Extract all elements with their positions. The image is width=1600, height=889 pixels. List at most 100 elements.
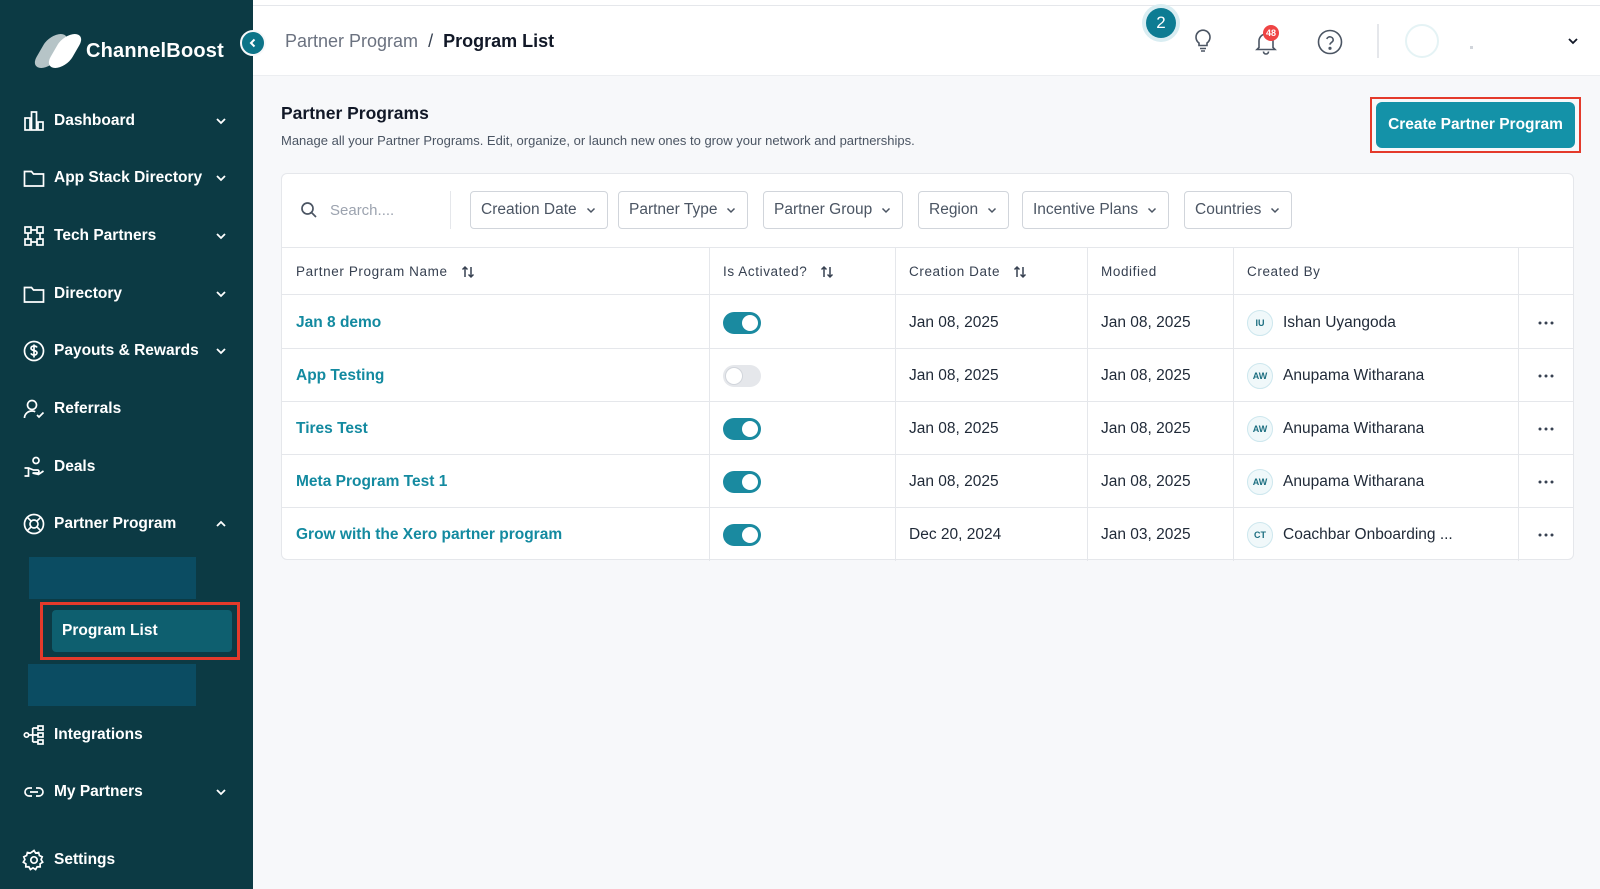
sidebar-item-payouts-rewards[interactable]: Payouts & Rewards bbox=[22, 334, 228, 368]
program-name-link[interactable]: App Testing bbox=[296, 349, 384, 402]
create-partner-program-button[interactable]: Create Partner Program bbox=[1376, 102, 1575, 148]
sidebar-item-referrals[interactable]: Referrals bbox=[22, 392, 228, 426]
app-logo[interactable]: ChannelBoost bbox=[30, 34, 224, 68]
sidebar-item-dashboard[interactable]: Dashboard bbox=[22, 104, 228, 138]
table-row: App Testing Jan 08, 2025 Jan 08, 2025 AW… bbox=[282, 349, 1573, 402]
sort-icon[interactable] bbox=[1012, 264, 1028, 280]
ellipsis-icon bbox=[1538, 533, 1554, 536]
created-by-name: Anupama Witharana bbox=[1283, 366, 1425, 384]
chevron-down-icon bbox=[216, 175, 226, 182]
avatar: CT bbox=[1247, 521, 1273, 548]
creation-date-cell: Jan 08, 2025 bbox=[909, 419, 999, 437]
program-name-link[interactable]: Grow with the Xero partner program bbox=[296, 508, 562, 561]
sidebar: ChannelBoost Dashboard App Stack Directo… bbox=[0, 0, 253, 889]
user-avatar[interactable] bbox=[1405, 24, 1439, 58]
sidebar-subitem-program-list[interactable]: Program List bbox=[52, 610, 232, 652]
tips-count-badge[interactable]: 2 bbox=[1146, 8, 1176, 38]
filter-label: Countries bbox=[1195, 201, 1262, 218]
chevron-down-icon[interactable] bbox=[1566, 34, 1580, 48]
sidebar-item-label: Referrals bbox=[54, 400, 122, 417]
sidebar-item-integrations[interactable]: Integrations bbox=[22, 718, 228, 752]
program-name-link[interactable]: Tires Test bbox=[296, 402, 368, 455]
chevron-down-icon bbox=[1148, 207, 1157, 214]
more-actions-button[interactable] bbox=[1526, 296, 1566, 349]
search-box[interactable] bbox=[300, 191, 450, 229]
sort-icon[interactable] bbox=[460, 264, 476, 280]
created-by-cell: AW Anupama Witharana bbox=[1247, 455, 1424, 508]
sidebar-item-my-partners[interactable]: My Partners bbox=[22, 775, 228, 809]
filter-region[interactable]: Region bbox=[918, 191, 1010, 229]
creation-date-cell: Jan 08, 2025 bbox=[909, 366, 999, 384]
sidebar-item-label: Tech Partners bbox=[54, 227, 157, 244]
creation-date-cell: Jan 08, 2025 bbox=[909, 472, 999, 490]
sidebar-item-label: Deals bbox=[54, 458, 96, 475]
more-actions-button[interactable] bbox=[1526, 349, 1566, 402]
chevron-up-icon bbox=[216, 520, 226, 527]
user-check-icon bbox=[22, 397, 46, 421]
chevron-down-icon bbox=[216, 118, 226, 125]
breadcrumb-current: Program List bbox=[443, 31, 555, 51]
program-name-link[interactable]: Jan 8 demo bbox=[296, 296, 381, 349]
program-name-link[interactable]: Meta Program Test 1 bbox=[296, 455, 447, 508]
filter-partner-type[interactable]: Partner Type bbox=[618, 191, 749, 229]
avatar: AW bbox=[1247, 468, 1273, 495]
integrations-icon bbox=[22, 723, 46, 747]
created-by-cell: IU Ishan Uyangoda bbox=[1247, 296, 1396, 349]
sidebar-item-partner-program[interactable]: Partner Program bbox=[22, 507, 228, 541]
search-input[interactable] bbox=[330, 201, 440, 219]
created-by-name: Anupama Witharana bbox=[1283, 419, 1425, 437]
filter-label: Partner Group bbox=[774, 201, 873, 218]
chevron-down-icon bbox=[727, 207, 736, 214]
avatar: AW bbox=[1247, 415, 1273, 442]
collapse-sidebar-button[interactable] bbox=[240, 30, 266, 56]
table-header: Partner Program Name Is Activated? Creat… bbox=[282, 248, 1573, 295]
created-by-cell: AW Anupama Witharana bbox=[1247, 402, 1424, 455]
more-actions-button[interactable] bbox=[1526, 455, 1566, 508]
more-actions-button[interactable] bbox=[1526, 508, 1566, 561]
sort-icon[interactable] bbox=[819, 264, 835, 280]
chevron-down-icon bbox=[216, 233, 226, 240]
sidebar-item-settings[interactable]: Settings bbox=[22, 843, 228, 877]
sidebar-item-label: App Stack Directory bbox=[54, 169, 203, 186]
column-header-label: Modified bbox=[1101, 264, 1157, 279]
created-by-name: Coachbar Onboarding ... bbox=[1283, 525, 1453, 543]
column-header-name[interactable]: Partner Program Name bbox=[296, 248, 476, 295]
filter-bar: Creation Date Partner Type Partner Group… bbox=[282, 174, 1573, 248]
chart-bar-icon bbox=[22, 109, 46, 133]
chevron-left-icon bbox=[249, 38, 256, 48]
created-by-cell: AW Anupama Witharana bbox=[1247, 349, 1424, 402]
sidebar-item-app-stack-directory[interactable]: App Stack Directory bbox=[22, 161, 228, 195]
activation-toggle[interactable] bbox=[723, 311, 761, 334]
column-header-activated[interactable]: Is Activated? bbox=[723, 248, 835, 295]
sidebar-item-directory[interactable]: Directory bbox=[22, 277, 228, 311]
help-icon[interactable] bbox=[1316, 28, 1344, 56]
notifications-count-badge: 48 bbox=[1263, 25, 1279, 41]
sidebar-item-label: Integrations bbox=[54, 726, 143, 743]
breadcrumb-parent[interactable]: Partner Program bbox=[285, 31, 418, 52]
lightbulb-icon[interactable] bbox=[1189, 26, 1217, 54]
filter-countries[interactable]: Countries bbox=[1184, 191, 1293, 229]
filter-label: Creation Date bbox=[481, 201, 577, 218]
sidebar-item-tech-partners[interactable]: Tech Partners bbox=[22, 219, 228, 253]
user-name-placeholder bbox=[1470, 46, 1473, 49]
more-actions-button[interactable] bbox=[1526, 402, 1566, 455]
search-divider bbox=[450, 191, 451, 229]
filter-incentive-plans[interactable]: Incentive Plans bbox=[1022, 191, 1170, 229]
breadcrumb-separator: / bbox=[428, 31, 434, 51]
handshake-icon bbox=[22, 455, 46, 479]
activation-toggle[interactable] bbox=[723, 417, 761, 440]
activation-toggle[interactable] bbox=[723, 470, 761, 493]
modified-date-cell: Jan 08, 2025 bbox=[1101, 366, 1191, 384]
chevron-down-icon bbox=[216, 291, 226, 298]
sidebar-item-deals[interactable]: Deals bbox=[22, 450, 228, 484]
ellipsis-icon bbox=[1538, 321, 1554, 324]
activation-toggle[interactable] bbox=[723, 523, 761, 546]
column-header-label: Is Activated? bbox=[723, 264, 808, 279]
activation-toggle[interactable] bbox=[723, 364, 761, 387]
filter-partner-group[interactable]: Partner Group bbox=[763, 191, 904, 229]
filter-creation-date[interactable]: Creation Date bbox=[470, 191, 608, 229]
column-header-creation-date[interactable]: Creation Date bbox=[909, 248, 1028, 295]
modified-date-cell: Jan 08, 2025 bbox=[1101, 313, 1191, 331]
table-row: Tires Test Jan 08, 2025 Jan 08, 2025 AW … bbox=[282, 402, 1573, 455]
top-bar: Partner Program / Program List bbox=[253, 6, 1600, 76]
